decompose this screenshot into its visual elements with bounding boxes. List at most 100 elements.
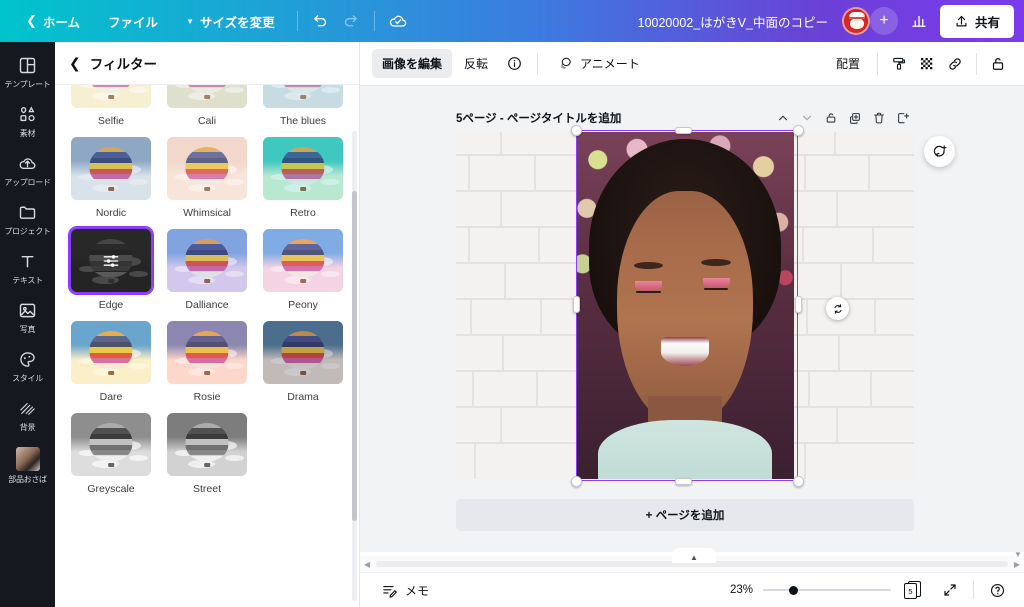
filter-item[interactable]: Dare: [69, 319, 153, 403]
app-thumbnail-icon: [15, 447, 40, 471]
edit-image-button[interactable]: 画像を編集: [372, 49, 453, 78]
home-button[interactable]: ❮ ホーム: [12, 6, 94, 37]
filter-thumbnail: [261, 319, 345, 386]
filter-item[interactable]: The blues: [261, 85, 345, 127]
position-button[interactable]: 配置: [826, 49, 870, 78]
add-collaborator-button[interactable]: +: [869, 7, 898, 35]
lock-page-button[interactable]: [820, 107, 842, 129]
resize-handle-top[interactable]: [675, 127, 692, 134]
zoom-value[interactable]: 23%: [723, 584, 753, 596]
sidebar-item-elements[interactable]: 素材: [2, 97, 54, 144]
undo-button[interactable]: [306, 6, 336, 36]
filter-label: Edge: [98, 299, 124, 311]
flip-button[interactable]: 反転: [454, 49, 498, 78]
sidebar-item-uploads[interactable]: アップロード: [2, 146, 54, 193]
sidebar-item-styles[interactable]: スタイル: [2, 342, 54, 389]
info-button[interactable]: [500, 50, 528, 78]
sidebar-item-projects[interactable]: プロジェクト: [2, 195, 54, 242]
panel-scrollbar[interactable]: [352, 131, 357, 601]
share-button[interactable]: 共有: [939, 4, 1014, 38]
balloon-artwork: [71, 413, 151, 476]
filter-item[interactable]: Dalliance: [165, 227, 249, 311]
filter-item[interactable]: Greyscale: [69, 411, 153, 495]
zoom-slider[interactable]: [763, 583, 891, 597]
eye-right: [702, 278, 730, 291]
brow-right: [701, 259, 731, 267]
file-menu-button[interactable]: ファイル: [94, 6, 172, 37]
folder-icon: [19, 206, 36, 219]
refresh-design-button[interactable]: [924, 136, 955, 167]
resize-handle-bottom-right[interactable]: [793, 476, 804, 487]
link-button[interactable]: [941, 50, 969, 78]
sidebar-item-background[interactable]: 背景: [2, 391, 54, 438]
avatar[interactable]: [841, 7, 870, 35]
resize-handle-bottom[interactable]: [675, 478, 692, 485]
balloon-artwork: [167, 413, 247, 476]
filter-item[interactable]: Whimsical: [165, 135, 249, 219]
filter-label: Street: [192, 483, 221, 495]
filter-item[interactable]: Street: [165, 411, 249, 495]
zoom-slider-knob[interactable]: [789, 586, 798, 595]
filter-item[interactable]: Rosie: [165, 319, 249, 403]
balloon-artwork: [263, 85, 343, 108]
lock-button[interactable]: [984, 50, 1012, 78]
sidebar-label: アップロード: [4, 178, 51, 187]
animate-button[interactable]: アニメート: [547, 49, 650, 78]
document-title[interactable]: 10020002_はがきV_中面のコピー: [638, 12, 828, 31]
scroll-right-icon[interactable]: ▶: [1010, 560, 1024, 569]
help-button[interactable]: [984, 577, 1010, 603]
notes-button[interactable]: メモ: [374, 577, 436, 604]
resize-handle-right[interactable]: [795, 296, 802, 313]
sidebar-item-apps[interactable]: 部品おさば: [2, 440, 54, 490]
filter-item[interactable]: Drama: [261, 319, 345, 403]
resize-handle-left[interactable]: [573, 296, 580, 313]
sidebar-label: テキスト: [12, 276, 43, 285]
cloud-saved-icon: [389, 15, 406, 27]
filter-panel: ❮ フィルター Selfie Cali The blues Nordic Whimsic…: [55, 42, 360, 607]
page-title[interactable]: 5ページ - ページタイトルを追加: [456, 110, 621, 126]
chevron-up-icon: [778, 115, 788, 121]
collapse-panel-toggle[interactable]: ▲: [672, 548, 716, 563]
filter-settings-icon[interactable]: [101, 251, 121, 271]
filter-item[interactable]: Cali: [165, 85, 249, 127]
filter-item[interactable]: Retro: [261, 135, 345, 219]
info-icon: [507, 57, 521, 70]
sidebar-item-text[interactable]: テキスト: [2, 244, 54, 291]
redo-icon: [345, 14, 357, 26]
canvas-area[interactable]: 5ページ - ページタイトルを追加 + ページを追加: [360, 86, 1024, 552]
rotate-handle[interactable]: [826, 297, 849, 320]
filter-item[interactable]: Edge: [69, 227, 153, 311]
resize-handle-bottom-left[interactable]: [571, 476, 582, 487]
fullscreen-button[interactable]: [937, 577, 963, 603]
scroll-left-icon[interactable]: ◀: [360, 560, 374, 569]
cloud-save-status-button[interactable]: [383, 6, 413, 36]
filter-item[interactable]: Selfie: [69, 85, 153, 127]
resize-handle-top-right[interactable]: [793, 125, 804, 136]
redo-button[interactable]: [336, 6, 366, 36]
scroll-down-icon[interactable]: ▼: [1014, 550, 1022, 559]
move-page-up-button[interactable]: [772, 107, 794, 129]
chevron-left-icon[interactable]: ❮: [69, 55, 81, 72]
filter-item[interactable]: Nordic: [69, 135, 153, 219]
pages-button[interactable]: 5: [901, 578, 927, 602]
duplicate-page-button[interactable]: [844, 107, 866, 129]
scrollbar-thumb[interactable]: [352, 191, 357, 521]
resize-handle-top-left[interactable]: [571, 125, 582, 136]
add-page-button[interactable]: [892, 107, 914, 129]
mouth: [660, 337, 710, 366]
insights-button[interactable]: [904, 6, 934, 36]
photo-element[interactable]: [576, 132, 794, 479]
divider: [296, 11, 298, 31]
sidebar-item-templates[interactable]: テンプレート: [2, 48, 54, 95]
resize-button[interactable]: ▼ サイズを変更: [172, 6, 289, 37]
filter-panel-body[interactable]: Selfie Cali The blues Nordic Whimsical Retro E…: [55, 85, 359, 607]
copy-style-button[interactable]: [885, 50, 913, 78]
photo-icon: [19, 303, 36, 318]
add-page-bar-button[interactable]: + ページを追加: [456, 499, 914, 531]
panel-title: フィルター: [89, 57, 157, 72]
filter-item[interactable]: Peony: [261, 227, 345, 311]
sidebar-item-photos[interactable]: 写真: [2, 293, 54, 340]
delete-page-button[interactable]: [868, 107, 890, 129]
file-label: ファイル: [108, 15, 159, 30]
transparency-button[interactable]: [913, 50, 941, 78]
